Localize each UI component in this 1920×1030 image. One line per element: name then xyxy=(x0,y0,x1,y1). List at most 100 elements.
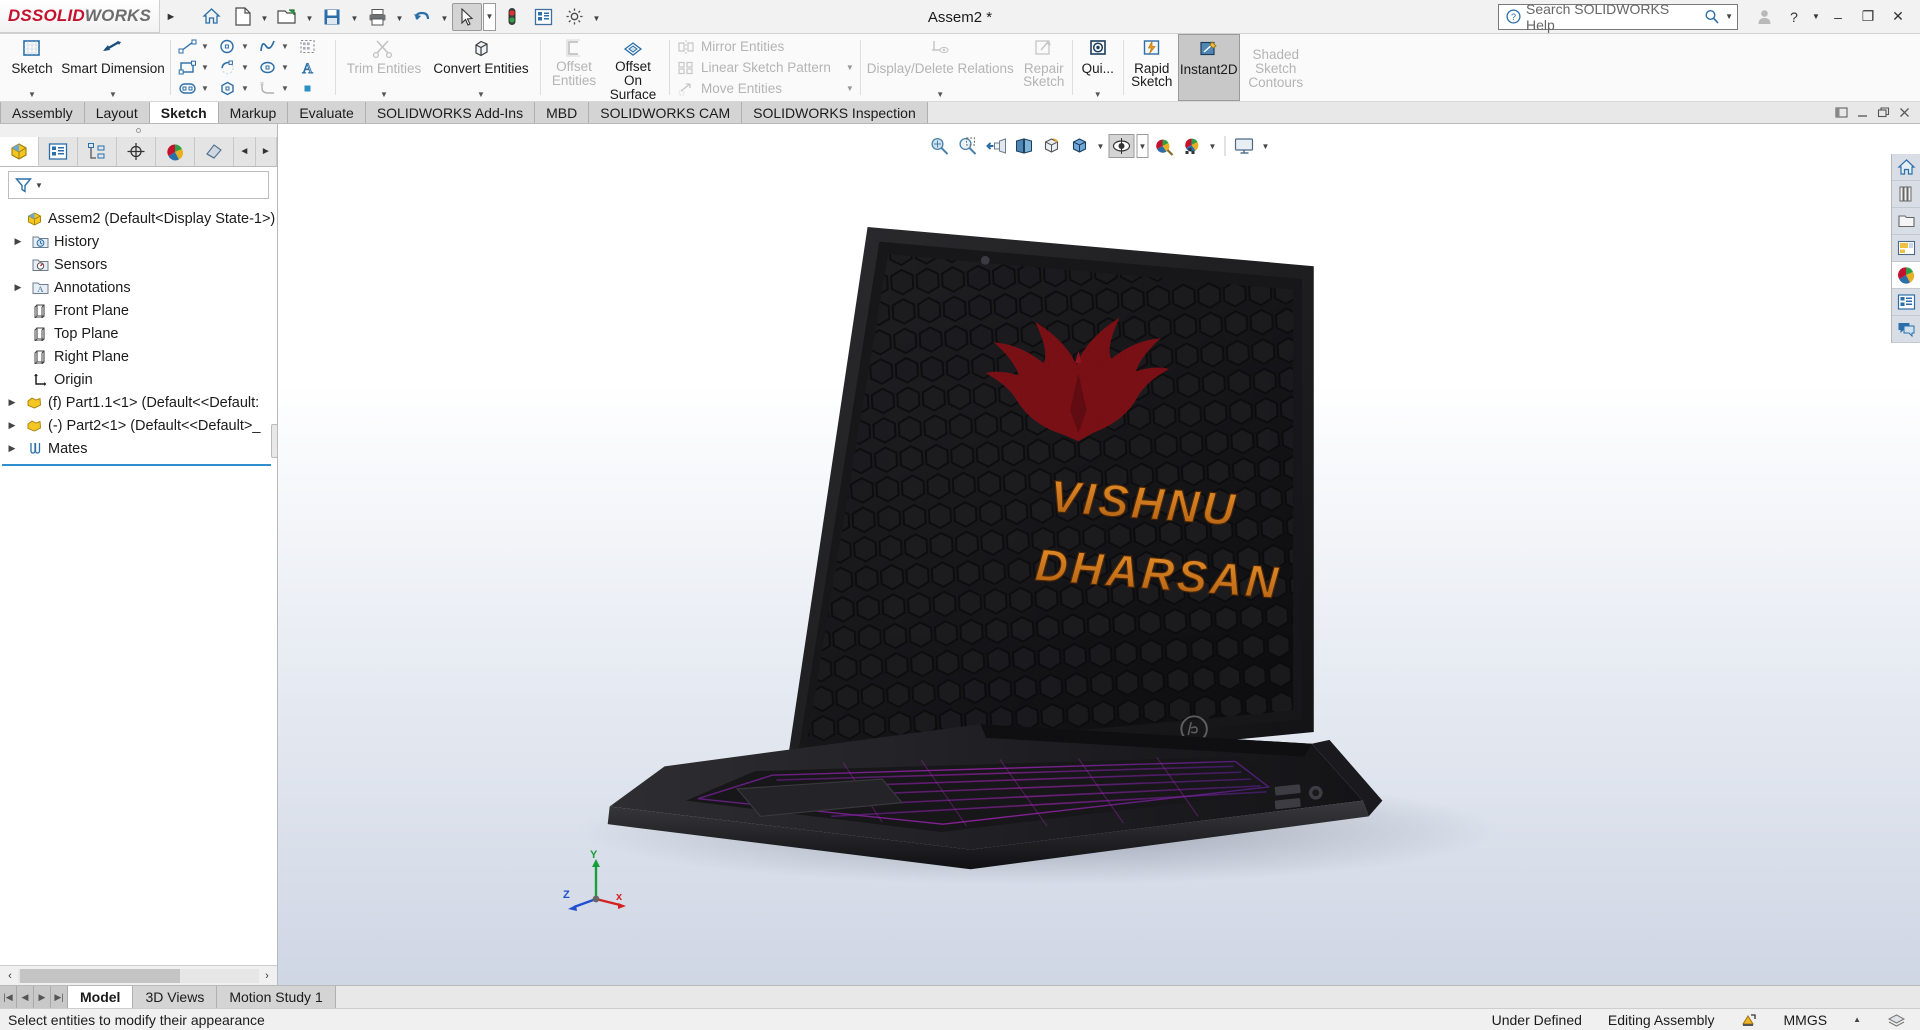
sketch-dropdown[interactable]: ▼ xyxy=(28,90,36,101)
rectangle-dropdown[interactable]: ▼ xyxy=(199,63,211,72)
hide-show-items-icon[interactable] xyxy=(1108,134,1135,158)
edit-appearance-icon[interactable] xyxy=(1151,134,1177,158)
scroll-right-arrow[interactable]: › xyxy=(259,970,275,982)
convert-entities-button[interactable]: Convert Entities ▼ xyxy=(427,34,535,101)
section-view-icon[interactable] xyxy=(1011,134,1037,158)
tree-item-annotations[interactable]: ▶ A Annotations xyxy=(0,276,277,299)
offset-entities-button[interactable]: Offset Entities xyxy=(546,34,602,101)
mirror-entities-button[interactable]: Mirror Entities xyxy=(676,36,854,57)
property-manager-tab[interactable] xyxy=(39,137,79,166)
tree-item-history[interactable]: ▶ History xyxy=(0,230,277,253)
solidworks-forum-icon[interactable] xyxy=(1892,316,1920,343)
options-list-icon[interactable] xyxy=(528,3,558,31)
home-icon[interactable] xyxy=(196,3,226,31)
spline-dropdown[interactable]: ▼ xyxy=(279,42,291,51)
fillet-tool-button[interactable]: ▼ xyxy=(253,78,293,99)
zoom-to-area-icon[interactable] xyxy=(955,134,981,158)
previous-tab-icon[interactable]: ◀ xyxy=(17,986,34,1008)
tab-assembly[interactable]: Assembly xyxy=(0,102,85,123)
display-style-dropdown[interactable]: ▼ xyxy=(1095,134,1107,158)
new-document-dropdown[interactable]: ▼ xyxy=(258,3,271,31)
tree-rollback-bar[interactable] xyxy=(2,464,271,466)
panel-splitter[interactable] xyxy=(271,424,278,458)
fm-tabs-next[interactable]: ► xyxy=(255,137,278,166)
first-tab-icon[interactable]: |◀ xyxy=(0,986,17,1008)
instant2d-button[interactable]: Instant2D xyxy=(1177,34,1240,101)
tree-item-right-plane[interactable]: Right Plane xyxy=(0,345,277,368)
tab-markup[interactable]: Markup xyxy=(218,102,289,123)
polygon-tool-button[interactable]: ▼ xyxy=(213,78,253,99)
circle-dropdown[interactable]: ▼ xyxy=(239,42,251,51)
scroll-thumb[interactable] xyxy=(20,968,180,983)
search-dropdown-icon[interactable]: ▼ xyxy=(1725,12,1733,21)
shaded-sketch-contours-button[interactable]: Shaded Sketch Contours xyxy=(1240,34,1312,101)
tab-solidworks-add-ins[interactable]: SOLIDWORKS Add-Ins xyxy=(365,102,536,123)
home-task-pane-icon[interactable] xyxy=(1892,154,1920,181)
repair-sketch-button[interactable]: Repair Sketch xyxy=(1018,34,1070,101)
rectangle-tool-button[interactable]: ▼ xyxy=(173,57,213,78)
tab-layout[interactable]: Layout xyxy=(84,102,150,123)
trim-entities-button[interactable]: Trim Entities ▼ xyxy=(341,34,427,101)
display-style-icon[interactable] xyxy=(1067,134,1093,158)
tree-item-front-plane[interactable]: Front Plane xyxy=(0,299,277,322)
gear-icon[interactable] xyxy=(559,3,589,31)
minimize-window-icon[interactable] xyxy=(1856,106,1869,119)
panel-collapse-handle[interactable] xyxy=(0,124,277,137)
design-library-icon[interactable] xyxy=(1892,181,1920,208)
restore-button[interactable]: ❐ xyxy=(1854,4,1882,30)
point-tool-button[interactable] xyxy=(293,78,333,99)
ellipse-dropdown[interactable]: ▼ xyxy=(279,63,291,72)
display-delete-relations-button[interactable]: Display/Delete Relations ▼ xyxy=(863,34,1018,101)
undo-icon[interactable] xyxy=(407,3,437,31)
view-orientation-icon[interactable] xyxy=(1039,134,1065,158)
linear-sketch-pattern-dropdown[interactable]: ▼ xyxy=(836,63,854,72)
tree-item-top-plane[interactable]: Top Plane xyxy=(0,322,277,345)
fm-tabs-prev[interactable]: ◄ xyxy=(234,137,256,166)
slot-tool-button[interactable]: ▼ xyxy=(173,78,213,99)
spline-tool-button[interactable]: ▼ xyxy=(253,36,293,57)
units-dropdown-icon[interactable]: ▲ xyxy=(1853,1015,1861,1024)
tree-expander[interactable]: ▶ xyxy=(10,282,26,293)
tree-item-sensors[interactable]: Sensors xyxy=(0,253,277,276)
close-button[interactable]: ✕ xyxy=(1884,4,1912,30)
file-explorer-icon[interactable] xyxy=(1892,208,1920,235)
help-button[interactable]: ? xyxy=(1780,4,1808,30)
line-tool-button[interactable]: ▼ xyxy=(173,36,213,57)
edit-assembly-icon[interactable] xyxy=(1741,1012,1758,1027)
tree-item-assembly-root[interactable]: Assem2 (Default<Display State-1>) xyxy=(0,207,277,230)
tree-expander[interactable]: ▶ xyxy=(4,443,20,454)
rapid-sketch-button[interactable]: Rapid Sketch xyxy=(1126,34,1178,101)
tab-evaluate[interactable]: Evaluate xyxy=(288,102,366,123)
slot-dropdown[interactable]: ▼ xyxy=(199,84,211,93)
menu-expand-arrow[interactable]: ► xyxy=(160,0,182,33)
display-delete-relations-dropdown[interactable]: ▼ xyxy=(936,90,944,101)
next-tab-icon[interactable]: ▶ xyxy=(34,986,51,1008)
view-palette-icon[interactable] xyxy=(1892,235,1920,262)
graphics-viewport[interactable]: ▼ ▼ ▼ ▼ VISHNU DHARSAN x Y Z xyxy=(278,124,1920,985)
scroll-left-arrow[interactable]: ‹ xyxy=(2,970,18,982)
fillet-dropdown[interactable]: ▼ xyxy=(279,84,291,93)
scroll-track[interactable] xyxy=(18,968,259,983)
line-dropdown[interactable]: ▼ xyxy=(199,42,211,51)
last-tab-icon[interactable]: ▶| xyxy=(51,986,68,1008)
tree-item-part1[interactable]: ▶ (f) Part1.1<1> (Default<<Default: xyxy=(0,391,277,414)
tab-mbd[interactable]: MBD xyxy=(535,102,590,123)
minimize-button[interactable]: – xyxy=(1824,4,1852,30)
bottom-tab-model[interactable]: Model xyxy=(68,986,134,1008)
hide-show-items-dropdown[interactable]: ▼ xyxy=(1136,134,1149,158)
select-dropdown[interactable]: ▼ xyxy=(483,2,496,31)
search-icon[interactable] xyxy=(1704,9,1720,25)
restore-panel-icon[interactable] xyxy=(1835,106,1848,119)
search-input[interactable]: ? Search SOLIDWORKS Help ▼ xyxy=(1498,1,1738,33)
text-tool-button[interactable]: A xyxy=(293,57,333,78)
save-icon[interactable] xyxy=(317,3,347,31)
tree-expander[interactable]: ▶ xyxy=(4,397,20,408)
configuration-manager-tab[interactable] xyxy=(78,137,118,166)
bottom-tab-3d-views[interactable]: 3D Views xyxy=(133,986,218,1008)
display-manager-tab[interactable] xyxy=(156,137,196,166)
feature-manager-tree-tab[interactable] xyxy=(0,137,40,166)
tab-solidworks-inspection[interactable]: SOLIDWORKS Inspection xyxy=(742,102,928,123)
user-profile-icon[interactable] xyxy=(1750,4,1778,30)
tree-expander[interactable]: ▶ xyxy=(10,236,26,247)
move-entities-dropdown[interactable]: ▼ xyxy=(836,84,854,93)
